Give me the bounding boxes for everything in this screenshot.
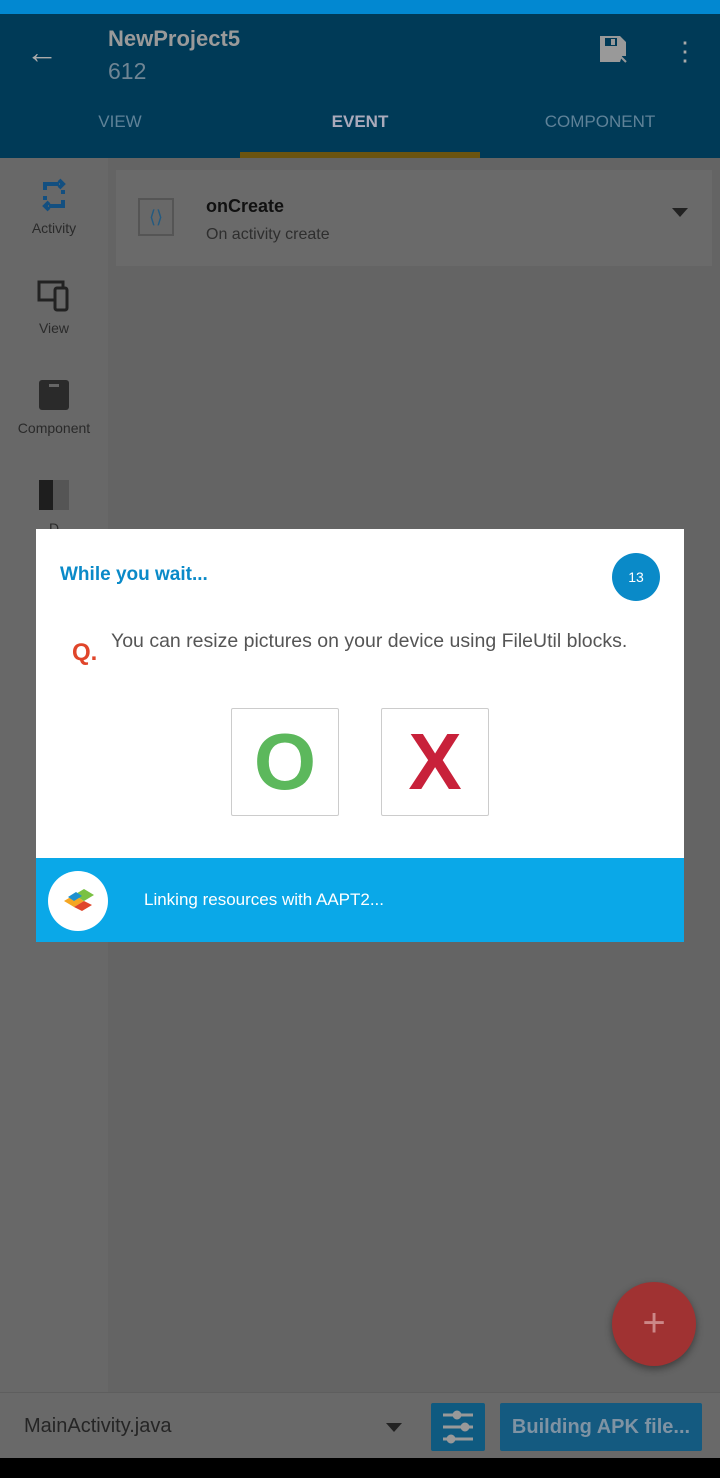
dropdown-arrow-icon[interactable] xyxy=(672,208,688,217)
settings-sliders-icon[interactable] xyxy=(431,1403,485,1451)
add-button[interactable]: + xyxy=(612,1282,696,1366)
event-item[interactable]: ⟨⟩ onCreate On activity create xyxy=(116,170,712,266)
question-text: You can resize pictures on your device u… xyxy=(111,630,628,652)
event-name: onCreate xyxy=(206,196,285,216)
app-logo-icon xyxy=(48,871,108,931)
refresh-cycle-icon xyxy=(42,178,66,212)
app-bar: ← NewProject5 612 ⋮ VIEW EVENT COMPONENT xyxy=(0,14,720,158)
event-description: On activity create xyxy=(206,226,330,243)
sidebar-item-label: View xyxy=(38,320,70,336)
project-title: NewProject5 xyxy=(108,26,241,51)
dialog-title: While you wait... xyxy=(60,564,208,585)
countdown-badge: 13 xyxy=(612,553,660,601)
tab-event[interactable]: EVENT xyxy=(240,112,480,132)
sidebar-item-label: Component xyxy=(17,420,91,436)
status-bar xyxy=(0,0,720,14)
tab-view[interactable]: VIEW xyxy=(0,112,240,132)
question-prefix: Q. xyxy=(72,639,98,666)
answer-false-button[interactable]: X xyxy=(381,708,489,816)
sidebar-item-label: Activity xyxy=(31,220,77,236)
file-selector[interactable]: MainActivity.java xyxy=(24,1415,171,1438)
devices-icon xyxy=(37,280,69,312)
system-nav-bar xyxy=(0,1458,720,1478)
sidebar-item-drawer[interactable]: D xyxy=(0,478,108,536)
tab-component[interactable]: COMPONENT xyxy=(480,112,720,132)
component-box-icon xyxy=(39,380,69,410)
bottom-bar: MainActivity.java Building APK file... xyxy=(0,1392,720,1458)
more-options-icon[interactable]: ⋮ xyxy=(672,36,698,66)
answer-true-button[interactable]: O xyxy=(231,708,339,816)
project-subtitle: 612 xyxy=(108,58,147,84)
build-apk-button[interactable]: Building APK file... xyxy=(500,1403,702,1451)
save-icon[interactable] xyxy=(598,34,628,64)
code-brackets-icon: ⟨⟩ xyxy=(138,198,174,236)
build-progress-bar: Linking resources with AAPT2... xyxy=(36,858,684,942)
sidebar-item-view[interactable]: View xyxy=(0,278,108,336)
quiz-dialog: While you wait... 13 Q. You can resize p… xyxy=(36,529,684,942)
drawer-icon xyxy=(39,480,69,510)
progress-text: Linking resources with AAPT2... xyxy=(144,890,385,909)
back-arrow-icon[interactable]: ← xyxy=(26,34,58,71)
file-dropdown-icon[interactable] xyxy=(386,1423,402,1432)
sidebar-item-component[interactable]: Component xyxy=(0,378,108,436)
sidebar-item-activity[interactable]: Activity xyxy=(0,178,108,236)
